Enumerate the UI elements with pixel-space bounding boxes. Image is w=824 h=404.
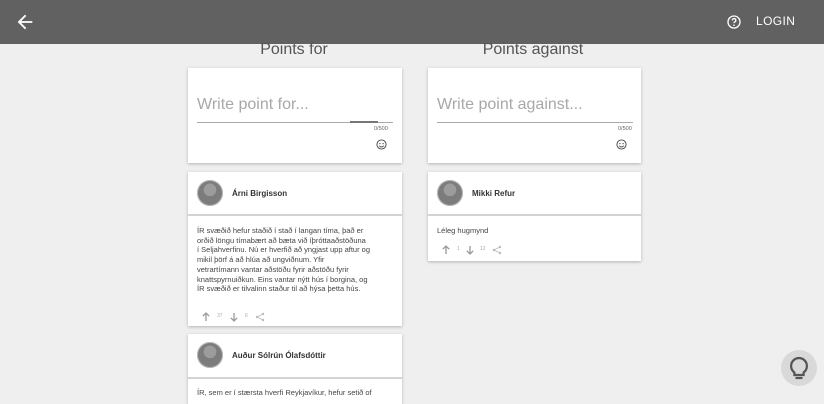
author-name: Árni Birgisson	[232, 189, 288, 198]
upvote-arrow-icon[interactable]	[441, 245, 451, 255]
downvote-count: 6	[245, 313, 248, 319]
back-arrow-icon[interactable]	[14, 11, 36, 33]
smiley-icon[interactable]	[616, 139, 627, 150]
point-against-input[interactable]: Write point against...	[437, 96, 583, 114]
help-icon[interactable]	[726, 14, 742, 30]
card-divider	[188, 214, 402, 216]
author-name: Mikki Refur	[472, 189, 516, 198]
avatar	[437, 180, 463, 206]
point-for-input[interactable]: Write point for...	[197, 96, 309, 114]
point-card: Auður Sólrún Ólafsdóttir ÍR, sem er í st…	[188, 334, 402, 404]
point-text: ÍR svæðið hefur staðið í stað í langan t…	[197, 226, 371, 294]
upvote-count: 1	[457, 246, 460, 252]
point-card: Mikki Refur Léleg hugmynd 1 12	[428, 172, 641, 261]
avatar	[197, 180, 223, 206]
char-counter: 0/500	[618, 126, 632, 132]
compose-point-against-card: Write point against... 0/500	[428, 68, 641, 163]
compose-point-for-card: Write point for... 0/500	[188, 68, 402, 163]
card-divider	[428, 214, 641, 216]
upvote-arrow-icon[interactable]	[201, 312, 211, 322]
input-underline	[437, 122, 633, 123]
login-button[interactable]: LOGIN	[756, 14, 795, 30]
share-icon[interactable]	[255, 312, 265, 322]
author-name: Auður Sólrún Ólafsdóttir	[232, 351, 326, 360]
upvote-count: 37	[217, 313, 223, 319]
input-underline	[197, 121, 393, 123]
card-divider	[188, 377, 402, 379]
downvote-count: 12	[480, 246, 486, 252]
smiley-icon[interactable]	[376, 139, 387, 150]
points-for-title: Points for	[260, 41, 328, 58]
point-card: Árni Birgisson ÍR svæðið hefur staðið í …	[188, 172, 402, 326]
downvote-arrow-icon[interactable]	[465, 245, 475, 255]
downvote-arrow-icon[interactable]	[229, 312, 239, 322]
lightbulb-icon	[790, 356, 808, 380]
point-text: Léleg hugmynd	[437, 226, 489, 235]
app-bar: LOGIN	[0, 0, 824, 44]
avatar	[197, 342, 223, 368]
points-against-title: Points against	[482, 41, 584, 58]
ideas-fab-button[interactable]	[781, 350, 817, 386]
char-counter: 0/500	[374, 126, 388, 132]
share-icon[interactable]	[492, 245, 502, 255]
